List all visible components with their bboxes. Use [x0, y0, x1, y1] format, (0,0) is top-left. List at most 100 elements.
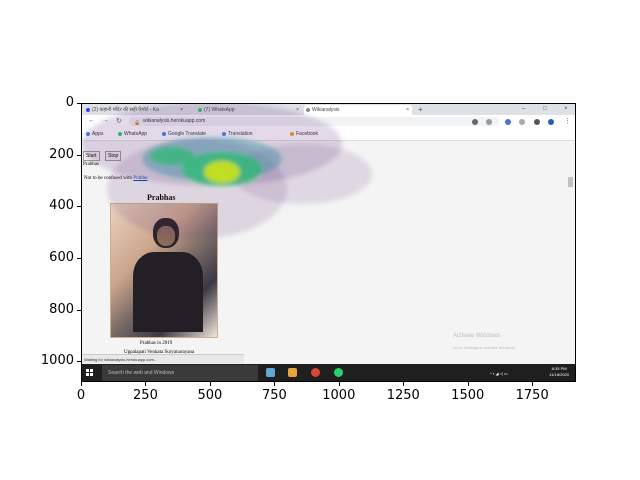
- screenshot-area: (2) कहानी मंदिर की सही रिपोर्ट - Ka × (7…: [81, 103, 576, 382]
- bookmark-apps-label: Apps: [92, 131, 104, 137]
- address-bar[interactable]: 🔒 wikianalysis.herokuapp.com: [129, 117, 499, 126]
- taskbar-clock[interactable]: 8:35 PM 11/18/2020: [549, 366, 569, 378]
- activate-windows-title: Activate Windows: [453, 333, 501, 339]
- bookmark-google-translate[interactable]: Google Translate: [162, 129, 206, 140]
- whatsapp-icon: [198, 108, 202, 112]
- address-bar-url: wikianalysis.herokuapp.com: [143, 118, 206, 124]
- back-icon[interactable]: ←: [88, 117, 95, 124]
- hatnote-prefix: Not to be confused with: [84, 176, 134, 181]
- chrome-icon[interactable]: [311, 368, 320, 377]
- forward-icon[interactable]: →: [102, 117, 109, 124]
- page-content: Start Stop Prabhas Not to be confused wi…: [82, 141, 575, 366]
- translate-icon: [162, 132, 166, 136]
- search-term: Prabhas: [83, 162, 99, 167]
- translation-icon: [222, 132, 226, 136]
- x-tick-label: 1000: [322, 388, 356, 403]
- tab-1-close-icon[interactable]: ×: [180, 105, 183, 115]
- y-tick-label: 1000: [40, 353, 74, 369]
- menu-dots-icon[interactable]: ⋮: [564, 117, 571, 125]
- x-tick: [532, 382, 534, 386]
- bookmark-whatsapp[interactable]: WhatsApp: [118, 129, 147, 140]
- bookmark-facebook[interactable]: Facebook: [290, 129, 318, 140]
- x-tick: [403, 382, 405, 386]
- bookmarks-bar: Apps WhatsApp Google Translate Translati…: [82, 129, 575, 141]
- tab-1-label: (2) कहानी मंदिर की सही रिपोर्ट - Ka: [92, 107, 159, 113]
- file-explorer-icon[interactable]: [266, 368, 275, 377]
- activate-windows-subtitle: Go to Settings to activate Windows.: [453, 345, 517, 350]
- tab-3-favicon-icon: [306, 108, 310, 112]
- bookmark-whatsapp-label: WhatsApp: [124, 131, 148, 137]
- windows-start-icon[interactable]: [86, 369, 94, 377]
- y-tick: [77, 361, 81, 363]
- infobox-photo: [110, 203, 218, 338]
- maximize-button[interactable]: □: [543, 104, 547, 115]
- x-tick-label: 1750: [515, 388, 549, 403]
- x-tick: [209, 382, 211, 386]
- extension-1-icon[interactable]: [505, 119, 511, 125]
- avatar[interactable]: [548, 119, 554, 125]
- whatsapp-taskbar-icon[interactable]: [334, 368, 343, 377]
- figure: (2) कहानी मंदिर की सही रिपोर्ट - Ka × (7…: [0, 0, 640, 480]
- hatnote: Not to be confused with Prabhu: [84, 176, 147, 181]
- infobox-title: Prabhas: [147, 193, 176, 202]
- y-tick-label: 400: [49, 198, 74, 214]
- page-scrollbar[interactable]: [568, 177, 573, 187]
- minimize-button[interactable]: –: [522, 104, 525, 115]
- y-tick-label: 200: [49, 146, 74, 162]
- y-tick: [77, 154, 81, 156]
- y-tick: [77, 103, 81, 104]
- whatsapp-bookmark-icon: [118, 132, 122, 136]
- status-bar: Waiting for wikianalysis.herokuapp.com..…: [82, 354, 244, 363]
- windows-taskbar: Search the web and Windows ^ ▪ ◢ ◁ ▭ 8:3…: [82, 364, 575, 381]
- y-tick-label: 800: [49, 301, 74, 317]
- x-tick-label: 1500: [451, 388, 485, 403]
- tab-3-close-icon[interactable]: ×: [406, 105, 409, 115]
- x-tick: [274, 382, 276, 386]
- taskbar-search-input[interactable]: Search the web and Windows: [102, 365, 258, 381]
- hatnote-link[interactable]: Prabhu: [133, 176, 147, 181]
- tab-2-label: (7) WhatsApp: [204, 107, 235, 113]
- x-tick-label: 500: [197, 388, 223, 403]
- tray-icons[interactable]: ^ ▪ ◢ ◁ ▭: [490, 364, 508, 381]
- x-tick-label: 1250: [386, 388, 420, 403]
- y-tick: [77, 258, 81, 259]
- browser-toolbar: ← → ↻ 🔒 wikianalysis.herokuapp.com ⋮: [82, 115, 575, 129]
- x-tick-label: 0: [76, 388, 86, 403]
- stop-button[interactable]: Stop: [105, 151, 122, 161]
- y-tick: [77, 309, 81, 311]
- tab-3-label: Wikianalysis: [312, 107, 340, 113]
- tab-strip: (2) कहानी मंदिर की सही रिपोर्ट - Ka × (7…: [82, 104, 575, 115]
- bookmark-translation[interactable]: Translation: [222, 129, 253, 140]
- photo-face: [157, 226, 175, 246]
- tab-1-favicon-icon: [86, 108, 90, 112]
- extension-2-icon[interactable]: [519, 119, 525, 125]
- close-window-button[interactable]: ×: [564, 104, 568, 115]
- camera-icon[interactable]: [472, 119, 478, 125]
- x-tick: [467, 382, 469, 386]
- y-tick: [77, 206, 81, 208]
- bookmark-translation-label: Translation: [228, 131, 253, 137]
- puzzle-icon[interactable]: [534, 119, 540, 125]
- x-tick: [81, 382, 82, 386]
- bookmark-apps[interactable]: Apps: [86, 129, 103, 140]
- tab-2[interactable]: (7) WhatsApp ×: [196, 105, 302, 115]
- bookmark-google-translate-label: Google Translate: [168, 131, 207, 137]
- clock-date: 11/18/2020: [549, 372, 569, 377]
- reload-icon[interactable]: ↻: [116, 117, 122, 125]
- new-tab-button[interactable]: +: [418, 104, 423, 115]
- winrar-icon[interactable]: [288, 368, 297, 377]
- bookmark-facebook-label: Facebook: [296, 131, 318, 137]
- y-tick-label: 0: [65, 95, 74, 110]
- photo-body: [133, 252, 203, 332]
- tab-3-active[interactable]: Wikianalysis ×: [304, 105, 412, 115]
- photo-caption: Prabhas in 2019: [140, 341, 173, 346]
- tab-1[interactable]: (2) कहानी मंदिर की सही रिपोर्ट - Ka ×: [84, 105, 186, 115]
- star-icon[interactable]: [486, 119, 492, 125]
- start-button[interactable]: Start: [83, 151, 100, 161]
- lock-icon: 🔒: [134, 120, 141, 126]
- facebook-icon: [290, 132, 294, 136]
- x-tick-label: 250: [133, 388, 158, 403]
- tab-2-close-icon[interactable]: ×: [296, 105, 299, 115]
- y-tick-label: 600: [49, 250, 74, 265]
- x-tick: [145, 382, 147, 386]
